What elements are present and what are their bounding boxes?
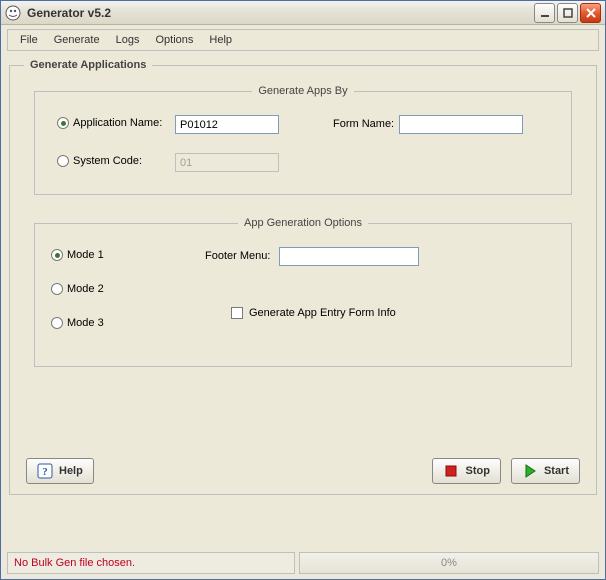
menu-options[interactable]: Options	[147, 31, 201, 49]
radio-system-code[interactable]: System Code:	[57, 155, 142, 167]
help-button-label: Help	[59, 465, 83, 477]
radio-mode-2-label: Mode 2	[67, 283, 104, 295]
radio-dot-icon	[51, 283, 63, 295]
radio-system-code-label: System Code:	[73, 155, 142, 167]
menu-help[interactable]: Help	[201, 31, 240, 49]
button-bar: ? Help Stop	[26, 458, 580, 484]
system-code-input	[175, 153, 279, 172]
radio-dot-icon	[57, 117, 69, 129]
form-name-label: Form Name:	[333, 118, 394, 130]
stop-button-label: Stop	[465, 465, 489, 477]
app-icon	[5, 5, 21, 21]
progress-text: 0%	[441, 557, 457, 569]
radio-dot-icon	[57, 155, 69, 167]
titlebar: Generator v5.2	[1, 1, 605, 25]
radio-dot-icon	[51, 317, 63, 329]
window-title: Generator v5.2	[27, 6, 532, 20]
radio-mode-1-label: Mode 1	[67, 249, 104, 261]
application-name-input[interactable]	[175, 115, 279, 134]
generate-apps-by-legend: Generate Apps By	[252, 85, 353, 97]
help-button[interactable]: ? Help	[26, 458, 94, 484]
status-message: No Bulk Gen file chosen.	[7, 552, 295, 574]
footer-menu-input[interactable]	[279, 247, 419, 266]
stop-icon	[443, 463, 459, 479]
menu-logs[interactable]: Logs	[108, 31, 148, 49]
checkbox-generate-entry-form[interactable]: Generate App Entry Form Info	[231, 307, 396, 319]
generate-applications-group: Generate Applications Generate Apps By A…	[9, 59, 597, 495]
radio-mode-2[interactable]: Mode 2	[51, 283, 104, 295]
minimize-button[interactable]	[534, 3, 555, 23]
menu-generate[interactable]: Generate	[46, 31, 108, 49]
radio-dot-icon	[51, 249, 63, 261]
checkbox-generate-entry-form-label: Generate App Entry Form Info	[249, 307, 396, 319]
progress-bar: 0%	[299, 552, 599, 574]
form-name-input[interactable]	[399, 115, 523, 134]
checkbox-box-icon	[231, 307, 243, 319]
stop-button[interactable]: Stop	[432, 458, 500, 484]
statusbar: No Bulk Gen file chosen. 0%	[7, 552, 599, 574]
menu-file[interactable]: File	[12, 31, 46, 49]
radio-application-name-label: Application Name:	[73, 117, 162, 129]
radio-mode-1[interactable]: Mode 1	[51, 249, 104, 261]
maximize-button[interactable]	[557, 3, 578, 23]
app-generation-options-group: App Generation Options Mode 1 Mode 2	[34, 217, 572, 367]
start-button-label: Start	[544, 465, 569, 477]
menubar: File Generate Logs Options Help	[7, 29, 599, 51]
play-icon	[522, 463, 538, 479]
radio-application-name[interactable]: Application Name:	[57, 117, 162, 129]
app-generation-options-legend: App Generation Options	[238, 217, 368, 229]
svg-text:?: ?	[42, 466, 48, 478]
start-button[interactable]: Start	[511, 458, 580, 484]
footer-menu-label: Footer Menu:	[205, 250, 270, 262]
window: Generator v5.2 File Generate Logs Option…	[0, 0, 606, 580]
generate-apps-by-group: Generate Apps By Application Name: Form …	[34, 85, 572, 195]
radio-mode-3-label: Mode 3	[67, 317, 104, 329]
generate-applications-legend: Generate Applications	[24, 59, 152, 71]
content: Generate Applications Generate Apps By A…	[1, 53, 605, 513]
help-icon: ?	[37, 463, 53, 479]
radio-mode-3[interactable]: Mode 3	[51, 317, 104, 329]
close-button[interactable]	[580, 3, 601, 23]
